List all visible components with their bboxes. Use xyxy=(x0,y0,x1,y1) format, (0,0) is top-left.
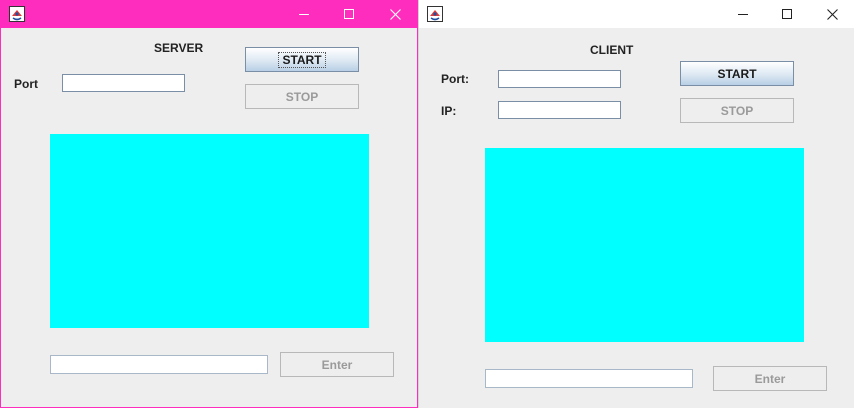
server-window: SERVER Port START STOP Enter xyxy=(0,0,418,408)
server-port-label: Port xyxy=(14,77,38,91)
client-stop-button[interactable]: STOP xyxy=(680,98,794,123)
java-cup-icon xyxy=(9,6,25,22)
client-start-label: START xyxy=(717,66,757,81)
server-titlebar[interactable] xyxy=(1,0,417,28)
client-start-button[interactable]: START xyxy=(680,61,794,86)
minimize-button[interactable] xyxy=(721,0,765,28)
client-ip-input[interactable] xyxy=(498,101,621,119)
server-message-area[interactable] xyxy=(50,134,369,328)
minimize-button[interactable] xyxy=(282,0,326,28)
server-message-input[interactable] xyxy=(50,355,268,374)
server-enter-button[interactable]: Enter xyxy=(280,352,394,377)
client-ip-label: IP: xyxy=(441,104,457,118)
server-stop-label: STOP xyxy=(285,89,319,104)
client-message-input[interactable] xyxy=(485,369,693,388)
close-button[interactable] xyxy=(810,0,854,28)
java-cup-icon xyxy=(427,6,443,22)
client-window: CLIENT Port: IP: START STOP Enter xyxy=(418,0,854,408)
server-start-button[interactable]: START xyxy=(245,47,359,72)
client-heading: CLIENT xyxy=(590,43,634,57)
maximize-button[interactable] xyxy=(327,0,371,28)
server-heading: SERVER xyxy=(154,41,204,55)
close-button[interactable] xyxy=(373,0,417,28)
client-port-input[interactable] xyxy=(498,70,621,88)
client-message-area[interactable] xyxy=(485,148,804,342)
server-start-label: START xyxy=(278,51,326,68)
client-titlebar[interactable] xyxy=(419,0,854,28)
server-enter-label: Enter xyxy=(321,357,353,372)
maximize-button[interactable] xyxy=(765,0,809,28)
client-enter-button[interactable]: Enter xyxy=(713,366,827,391)
client-port-label: Port: xyxy=(441,72,469,86)
server-stop-button[interactable]: STOP xyxy=(245,84,359,109)
client-stop-label: STOP xyxy=(720,103,754,118)
server-port-input[interactable] xyxy=(62,74,185,92)
client-enter-label: Enter xyxy=(754,371,786,386)
